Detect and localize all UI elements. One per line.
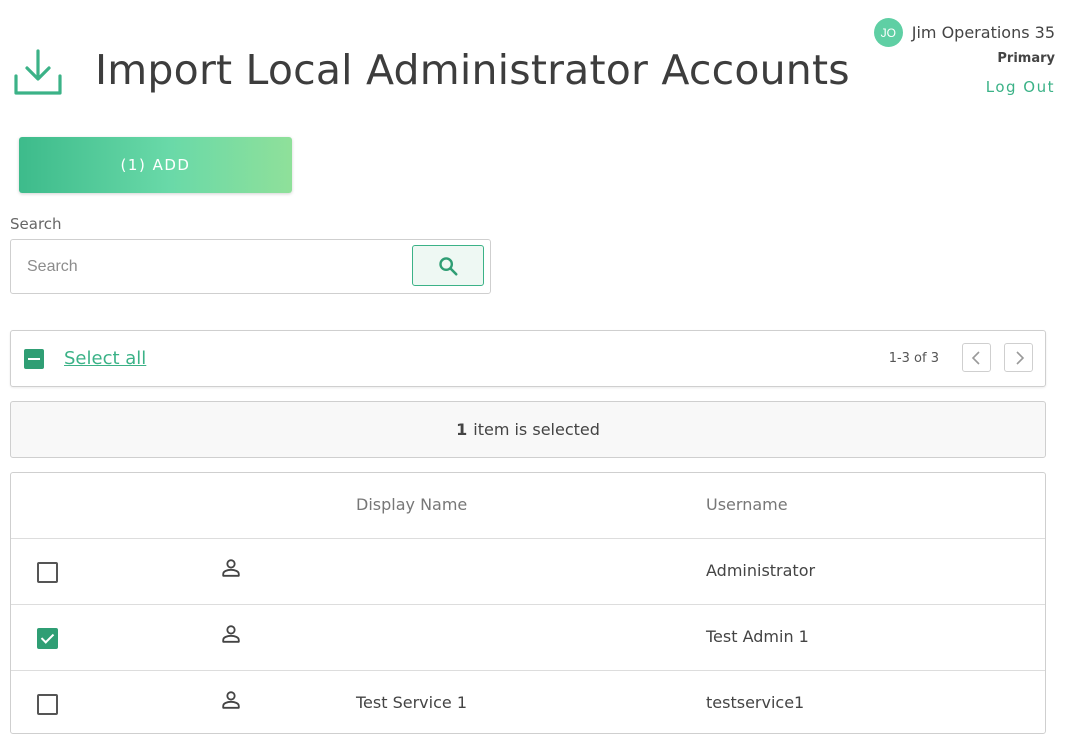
user-name: Jim Operations 35 bbox=[911, 23, 1055, 42]
column-header-username[interactable]: Username bbox=[706, 495, 788, 514]
table-row[interactable]: Test Service 1 testservice1 bbox=[11, 671, 1045, 733]
download-icon bbox=[14, 49, 62, 95]
search-button[interactable] bbox=[412, 245, 484, 286]
person-icon bbox=[222, 691, 240, 709]
table-row[interactable]: Administrator bbox=[11, 539, 1045, 605]
chevron-right-icon bbox=[1015, 350, 1024, 365]
row-checkbox[interactable] bbox=[37, 694, 58, 715]
user-menu: JO Jim Operations 35 Primary Log Out bbox=[873, 18, 1055, 96]
display-name-cell: Test Service 1 bbox=[356, 693, 467, 712]
person-icon bbox=[222, 625, 240, 643]
user-role: Primary bbox=[997, 51, 1055, 66]
page-title: Import Local Administrator Accounts bbox=[95, 46, 850, 94]
selection-banner: 1 item is selected bbox=[10, 401, 1046, 458]
selected-count: 1 bbox=[456, 420, 468, 439]
row-checkbox[interactable] bbox=[37, 628, 58, 649]
add-button[interactable]: (1) ADD bbox=[19, 137, 292, 193]
search-box bbox=[10, 239, 491, 294]
selection-text: item is selected bbox=[473, 420, 600, 439]
select-all-checkbox[interactable] bbox=[24, 349, 44, 369]
chevron-left-icon bbox=[971, 350, 980, 365]
select-bar: Select all 1-3 of 3 bbox=[10, 330, 1046, 387]
search-label: Search bbox=[10, 215, 62, 233]
table-row[interactable]: Test Admin 1 bbox=[11, 605, 1045, 671]
previous-page-button[interactable] bbox=[962, 343, 991, 372]
next-page-button[interactable] bbox=[1004, 343, 1033, 372]
table-header: Display Name Username bbox=[11, 473, 1045, 539]
username-cell: Administrator bbox=[706, 561, 816, 580]
page-range: 1-3 of 3 bbox=[888, 351, 939, 366]
column-header-display-name[interactable]: Display Name bbox=[356, 495, 467, 514]
avatar[interactable]: JO bbox=[873, 18, 903, 47]
username-cell: testservice1 bbox=[706, 693, 805, 712]
select-all-link[interactable]: Select all bbox=[64, 348, 146, 369]
accounts-table: Display Name Username Administrator Test… bbox=[10, 472, 1046, 734]
search-icon bbox=[439, 256, 458, 276]
logout-link[interactable]: Log Out bbox=[986, 78, 1055, 96]
row-checkbox[interactable] bbox=[37, 562, 58, 583]
search-input[interactable] bbox=[25, 250, 409, 284]
person-icon bbox=[222, 559, 240, 577]
username-cell: Test Admin 1 bbox=[706, 627, 809, 646]
